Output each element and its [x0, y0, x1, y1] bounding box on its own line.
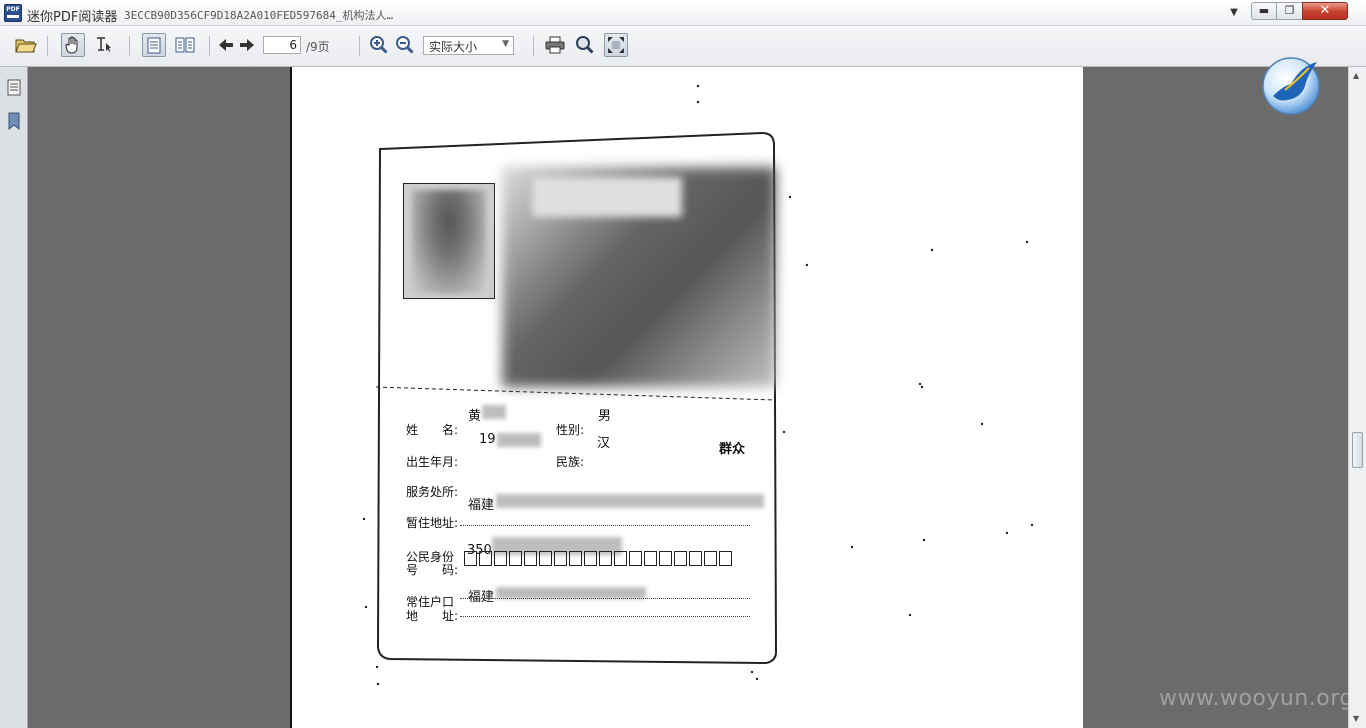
name-label: 姓 名: — [406, 423, 459, 437]
scroll-up-arrow-icon[interactable]: ▲ — [1353, 71, 1359, 80]
toolbar: 6 /9页 实际大小 ▼ — [0, 26, 1366, 67]
document-title: 3ECCB90D356CF9D18A2A010FED597684_机构法人… — [124, 9, 394, 22]
app-title: 迷你PDF阅读器 — [27, 10, 118, 25]
thumbnails-panel-icon[interactable] — [7, 79, 21, 96]
site-watermark: www.wooyun.org — [1159, 686, 1354, 711]
document-viewer[interactable]: 黄 男 姓 名: 性别: 19 汉 群众 出生年月: 民族: 服务处所: 福建 … — [28, 67, 1353, 728]
left-sidebar — [0, 67, 28, 728]
two-page-view-icon[interactable] — [173, 33, 197, 57]
app-pdf-icon: PDF — [4, 4, 22, 22]
chevron-down-icon: ▼ — [502, 39, 509, 49]
text-select-icon[interactable] — [92, 33, 116, 57]
work-label: 服务处所: — [406, 485, 459, 499]
work-value: 福建 — [468, 498, 495, 513]
hukou-label-line2: 地 址: — [406, 609, 459, 623]
zoom-in-icon[interactable] — [367, 33, 391, 57]
page-total-label: /9页 — [306, 40, 330, 54]
bookmark-panel-icon[interactable] — [7, 112, 21, 131]
pdf-page: 黄 男 姓 名: 性别: 19 汉 群众 出生年月: 民族: 服务处所: 福建 … — [292, 67, 1083, 728]
scroll-down-arrow-icon[interactable]: ▼ — [1353, 714, 1359, 723]
page-number-input[interactable]: 6 — [263, 36, 301, 54]
single-page-view-icon[interactable] — [142, 33, 166, 57]
zoom-out-icon[interactable] — [393, 33, 417, 57]
minimize-button[interactable]: ▬ — [1251, 2, 1277, 20]
id-photo — [403, 183, 495, 299]
print-icon[interactable] — [543, 33, 567, 57]
app-icon-text: PDF — [6, 6, 20, 13]
title-bar: PDF 迷你PDF阅读器 3ECCB90D356CF9D18A2A010FED5… — [0, 0, 1366, 26]
id-label-line2: 号 码: — [406, 563, 459, 577]
name-value: 黄 — [468, 409, 482, 424]
fullscreen-icon[interactable] — [604, 33, 628, 57]
maximize-button[interactable]: ❐ — [1276, 2, 1303, 20]
gender-label: 性别: — [556, 423, 585, 437]
app-bird-logo-icon — [1261, 56, 1321, 116]
next-page-arrow-icon[interactable] — [235, 33, 259, 57]
hand-tool-icon[interactable] — [61, 33, 85, 57]
zoom-level-select[interactable]: 实际大小 ▼ — [423, 36, 514, 55]
gender-value: 男 — [598, 409, 612, 424]
close-button[interactable]: ✕ — [1302, 2, 1348, 20]
id-number-boxes — [464, 551, 734, 566]
scroll-thumb[interactable] — [1352, 432, 1363, 468]
title-menu-dropdown-icon[interactable]: ▼ — [1226, 5, 1242, 23]
open-folder-icon[interactable] — [14, 33, 38, 57]
temp-addr-label: 暂住地址: — [406, 516, 459, 530]
ethnic-value: 汉 — [597, 436, 611, 451]
political-value: 群众 — [719, 442, 746, 457]
ethnic-label: 民族: — [556, 455, 585, 469]
birth-label: 出生年月: — [406, 455, 459, 469]
search-icon[interactable] — [573, 33, 597, 57]
vertical-scrollbar[interactable]: ▲ ▼ — [1348, 67, 1366, 728]
hukou-value: 福建 — [468, 590, 495, 605]
zoom-level-value: 实际大小 — [429, 40, 478, 54]
birth-value: 19 — [479, 432, 496, 447]
